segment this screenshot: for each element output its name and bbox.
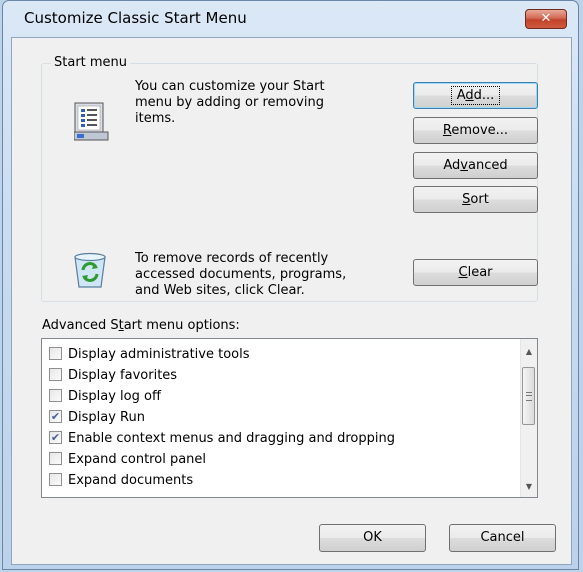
option-row[interactable]: Display favorites (49, 365, 177, 386)
scroll-up-arrow-icon[interactable]: ▲ (521, 343, 537, 360)
advanced-button[interactable]: Advanced (413, 152, 538, 179)
clear-description: To remove records of recently accessed d… (135, 251, 346, 299)
start-menu-group: Start menu You can customize your Start … (41, 55, 538, 302)
clear-description-line: accessed documents, programs, (135, 267, 347, 282)
option-row[interactable]: ✔ Enable context menus and dragging and d… (49, 428, 395, 449)
label-text: Advanced S (42, 318, 119, 333)
clear-description-line: To remove records of recently (135, 251, 329, 266)
option-label: Enable context menus and dragging and dr… (68, 431, 395, 446)
recycle-bin-icon (74, 252, 106, 288)
dialog-client-area: Start menu You can customize your Start … (11, 37, 572, 565)
label-text: d... (473, 88, 495, 103)
advanced-options-label: Advanced Start menu options: (42, 318, 240, 333)
label-text: Ad (443, 158, 461, 173)
option-row[interactable]: Expand control panel (49, 449, 206, 470)
description-line: You can customize your Start (135, 79, 325, 94)
checkbox-checked[interactable]: ✔ (49, 410, 62, 423)
option-label: Expand documents (68, 473, 194, 488)
option-row[interactable]: Display administrative tools (49, 344, 250, 365)
option-label: Expand control panel (68, 452, 207, 467)
clear-button[interactable]: Clear (413, 259, 538, 286)
advanced-options-list[interactable]: ▲ ▼ Display administrative tools Display … (41, 338, 538, 498)
sort-button[interactable]: Sort (413, 186, 538, 213)
option-row[interactable]: Expand documents (49, 470, 193, 491)
label-text: anced (468, 158, 508, 173)
checkbox-unchecked[interactable] (49, 347, 62, 360)
window-title: Customize Classic Start Menu (24, 9, 247, 27)
label-text: ort (470, 192, 489, 207)
start-menu-group-label: Start menu (51, 55, 131, 70)
option-row[interactable]: ✔ Display Run (49, 407, 145, 428)
remove-button[interactable]: Remove... (413, 117, 538, 144)
start-menu-description: You can customize your Start menu by add… (135, 79, 325, 127)
label-text: emove... (451, 123, 509, 138)
option-label: Display favorites (68, 368, 178, 383)
option-label: Display administrative tools (68, 347, 250, 362)
option-label: Display log off (68, 389, 161, 404)
scrollbar-thumb[interactable] (522, 367, 535, 425)
add-button[interactable]: Add... (413, 82, 538, 109)
checkbox-unchecked[interactable] (49, 389, 62, 402)
description-line: menu by adding or removing (135, 95, 324, 110)
label-text: art menu options: (123, 318, 240, 333)
title-bar[interactable]: Customize Classic Start Menu ✕ (3, 1, 578, 37)
add-button-label: Add... (450, 86, 501, 105)
accelerator-key: C (458, 265, 468, 280)
checkbox-checked[interactable]: ✔ (49, 431, 62, 444)
clear-description-line: and Web sites, click Clear. (135, 283, 305, 298)
option-row[interactable]: Display log off (49, 386, 161, 407)
start-menu-document-icon (74, 102, 109, 141)
cancel-button[interactable]: Cancel (449, 524, 556, 552)
checkbox-unchecked[interactable] (49, 473, 62, 486)
dialog-window: Customize Classic Start Menu ✕ Start men… (2, 0, 579, 570)
grip-icon (526, 392, 532, 401)
accelerator-key: v (460, 158, 468, 173)
description-line: items. (135, 111, 176, 126)
checkbox-unchecked[interactable] (49, 452, 62, 465)
vertical-scrollbar[interactable]: ▲ ▼ (520, 339, 537, 497)
option-label: Display Run (68, 410, 145, 425)
checkbox-unchecked[interactable] (49, 368, 62, 381)
scroll-down-arrow-icon[interactable]: ▼ (521, 478, 537, 495)
ok-button[interactable]: OK (319, 524, 426, 552)
close-icon: ✕ (540, 11, 552, 26)
label-text: lear (467, 265, 493, 280)
close-button[interactable]: ✕ (525, 9, 567, 29)
accelerator-key: d (465, 88, 474, 103)
